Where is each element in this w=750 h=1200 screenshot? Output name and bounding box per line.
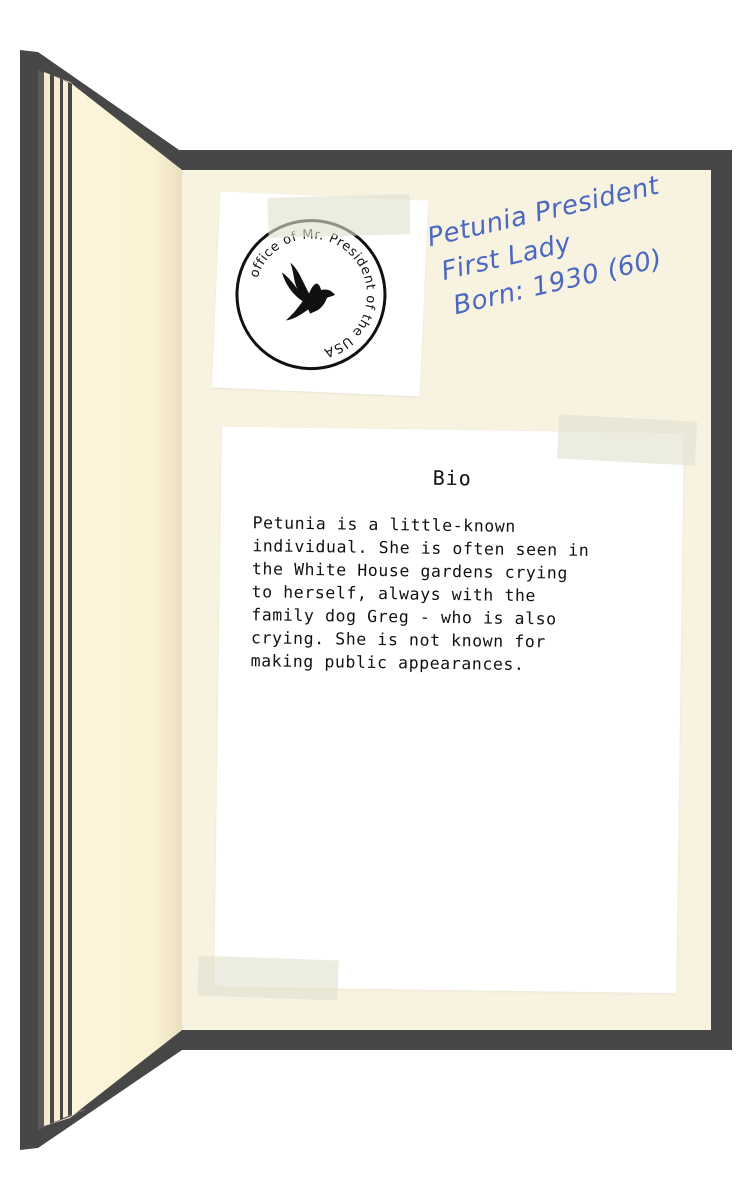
tape-strip [556,414,698,466]
bio-title: Bio [432,465,472,491]
bio-card: Bio Petunia is a little-known individual… [214,426,684,994]
left-page [72,84,182,1116]
tape-strip [197,955,339,1001]
tape-strip [267,194,411,238]
bio-text: Petunia is a little-known individual. Sh… [250,513,590,675]
